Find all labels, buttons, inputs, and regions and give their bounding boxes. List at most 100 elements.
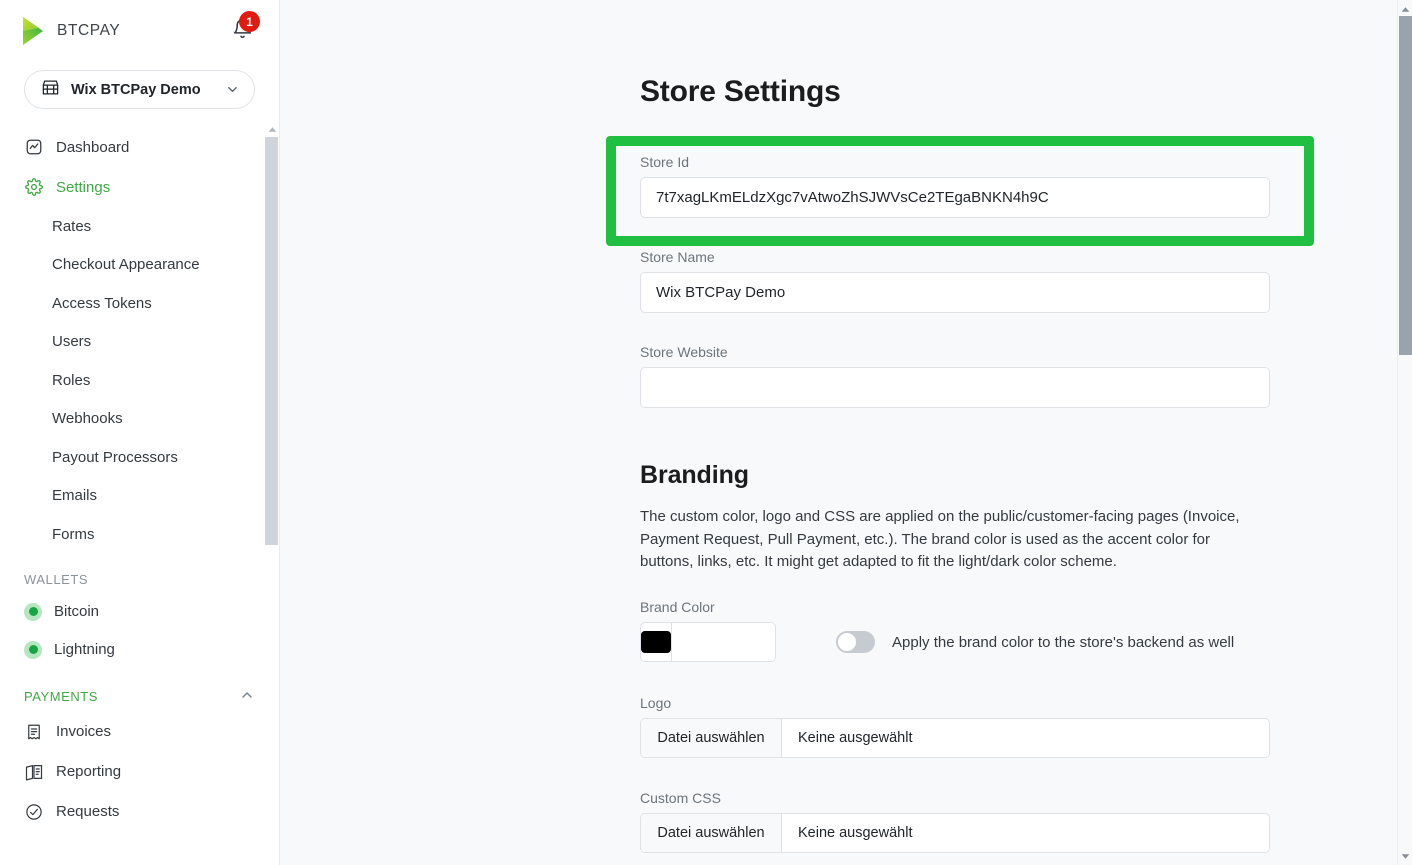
invoice-icon [24, 722, 44, 742]
sidebar-item-label: Invoices [56, 723, 111, 740]
branding-section: Branding The custom color, logo and CSS … [640, 461, 1255, 574]
notifications-button[interactable]: 1 [225, 14, 259, 48]
brand-color-group: Brand Color Apply the brand color to the… [640, 599, 1234, 662]
app-root: BTCPAY 1 Wix BTCPay Dem [0, 0, 1412, 865]
store-website-field-group: Store Website [640, 344, 1270, 408]
brand-color-row: Apply the brand color to the store's bac… [640, 622, 1234, 662]
sidebar-item-dashboard[interactable]: Dashboard [0, 127, 279, 167]
apply-brand-color-toggle[interactable] [836, 631, 875, 653]
sidebar-item-label: Settings [56, 179, 110, 196]
sidebar-item-roles[interactable]: Roles [0, 361, 279, 400]
store-name-field-group: Store Name [640, 249, 1270, 313]
sidebar-subitem-label: Roles [52, 372, 90, 389]
sidebar-item-label: Bitcoin [54, 603, 99, 620]
sidebar-subitem-label: Webhooks [52, 410, 123, 427]
sidebar-nav: Dashboard Settings Rates Checkout Appear… [0, 127, 279, 832]
sidebar-subitem-label: Payout Processors [52, 449, 178, 466]
store-selector[interactable]: Wix BTCPay Demo [24, 70, 255, 109]
logo-label: Logo [640, 695, 1270, 711]
gear-icon [24, 177, 44, 197]
sidebar-item-label: Reporting [56, 763, 121, 780]
brand-color-input[interactable] [672, 623, 776, 661]
sidebar-scrollbar[interactable] [265, 0, 279, 865]
sidebar-subitem-label: Emails [52, 487, 97, 504]
check-circle-icon [24, 802, 44, 822]
report-book-icon [24, 762, 44, 782]
page-title: Store Settings [640, 74, 841, 110]
sidebar-subitem-label: Rates [52, 218, 91, 235]
store-id-input[interactable] [640, 177, 1270, 218]
store-name-input[interactable] [640, 272, 1270, 313]
logo-file-status: Keine ausgewählt [782, 719, 1269, 757]
sidebar-item-emails[interactable]: Emails [0, 477, 279, 516]
sidebar-item-requests[interactable]: Requests [0, 792, 279, 832]
status-dot-icon [24, 603, 42, 621]
sidebar-item-label: Lightning [54, 641, 115, 658]
custom-css-choose-file-button[interactable]: Datei auswählen [641, 814, 782, 852]
sidebar-item-rates[interactable]: Rates [0, 207, 279, 246]
color-swatch-button[interactable] [641, 623, 672, 661]
sidebar-item-webhooks[interactable]: Webhooks [0, 400, 279, 439]
store-icon [41, 78, 60, 102]
custom-css-file-status: Keine ausgewählt [782, 814, 1269, 852]
store-id-field-group: Store Id [640, 154, 1280, 218]
branding-description: The custom color, logo and CSS are appli… [640, 506, 1255, 574]
sidebar-item-forms[interactable]: Forms [0, 515, 279, 554]
sidebar-section-label: WALLETS [24, 572, 88, 587]
sidebar-item-access-tokens[interactable]: Access Tokens [0, 284, 279, 323]
sidebar-subitem-label: Checkout Appearance [52, 256, 200, 273]
custom-css-file-input[interactable]: Datei auswählen Keine ausgewählt [640, 813, 1270, 853]
custom-css-label: Custom CSS [640, 790, 1270, 806]
sidebar-subitem-label: Forms [52, 526, 95, 543]
sidebar-item-checkout-appearance[interactable]: Checkout Appearance [0, 246, 279, 285]
main-content: Store Settings Save Store Id Store Name … [280, 0, 1412, 865]
brand-color-picker[interactable] [640, 622, 776, 662]
store-selector-label: Wix BTCPay Demo [71, 82, 201, 98]
scroll-up-arrow-icon[interactable] [1399, 3, 1412, 15]
sidebar-item-invoices[interactable]: Invoices [0, 712, 279, 752]
chevron-down-icon [225, 82, 240, 97]
logo-field-group: Logo Datei auswählen Keine ausgewählt [640, 695, 1270, 758]
main-scrollbar-thumb[interactable] [1399, 16, 1412, 355]
sidebar-item-payout-processors[interactable]: Payout Processors [0, 438, 279, 477]
sidebar: BTCPAY 1 Wix BTCPay Dem [0, 0, 280, 865]
sidebar-item-users[interactable]: Users [0, 323, 279, 362]
sidebar-item-bitcoin[interactable]: Bitcoin [0, 593, 279, 631]
scroll-down-arrow-icon[interactable] [1399, 850, 1412, 862]
color-swatch-icon [641, 631, 671, 653]
sidebar-section-label: PAYMENTS [24, 689, 98, 704]
status-dot-icon [24, 641, 42, 659]
store-website-input[interactable] [640, 367, 1270, 408]
chevron-up-icon[interactable] [239, 687, 255, 706]
btcpay-logo[interactable]: BTCPAY [22, 16, 120, 46]
sidebar-section-payments[interactable]: PAYMENTS [0, 669, 279, 712]
btcpay-logo-text: BTCPAY [57, 22, 120, 40]
sidebar-section-wallets: WALLETS [0, 554, 279, 593]
store-id-label: Store Id [640, 154, 1280, 170]
page-header: Store Settings Save [640, 74, 1412, 114]
store-website-label: Store Website [640, 344, 1270, 360]
sidebar-scrollbar-thumb[interactable] [265, 137, 278, 545]
logo-choose-file-button[interactable]: Datei auswählen [641, 719, 782, 757]
sidebar-subitem-label: Access Tokens [52, 295, 152, 312]
branding-title: Branding [640, 461, 1255, 490]
settings-form: Store Settings Save Store Id Store Name … [280, 0, 1398, 114]
store-name-label: Store Name [640, 249, 1270, 265]
scroll-up-arrow-icon[interactable] [266, 124, 278, 134]
sidebar-brand-bar: BTCPAY 1 [0, 0, 279, 62]
brand-color-label: Brand Color [640, 599, 1234, 615]
sidebar-item-reporting[interactable]: Reporting [0, 752, 279, 792]
btcpay-logo-icon [22, 16, 48, 46]
apply-brand-color-label: Apply the brand color to the store's bac… [892, 634, 1234, 651]
custom-css-field-group: Custom CSS Datei auswählen Keine ausgewä… [640, 790, 1270, 853]
sidebar-item-label: Requests [56, 803, 119, 820]
dashboard-icon [24, 137, 44, 157]
sidebar-item-lightning[interactable]: Lightning [0, 631, 279, 669]
main-scrollbar[interactable] [1397, 0, 1412, 865]
sidebar-item-label: Dashboard [56, 139, 129, 156]
sidebar-item-settings[interactable]: Settings [0, 167, 279, 207]
notification-badge: 1 [239, 11, 260, 32]
sidebar-subitem-label: Users [52, 333, 91, 350]
toggle-knob [838, 633, 856, 651]
logo-file-input[interactable]: Datei auswählen Keine ausgewählt [640, 718, 1270, 758]
